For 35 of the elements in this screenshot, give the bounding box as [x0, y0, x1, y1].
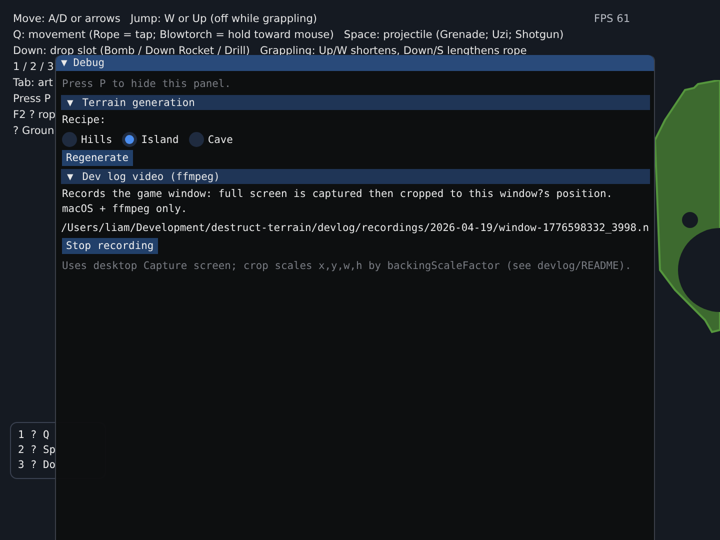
hotbar-slot: 3 ? Do — [18, 458, 56, 473]
section-header[interactable]: ▼ Terrain generation — [61, 95, 650, 110]
note-text: Uses desktop Capture screen; crop scales x,y,w,h by backingScaleFactor (see devlog/README). — [61, 259, 632, 274]
control-hint-text: Press P — [13, 92, 51, 107]
panel-title-bar[interactable]: ▼ Debug — [56, 55, 654, 71]
stop-recording-button[interactable]: Stop recording — [62, 238, 158, 254]
description-text: macOS + ffmpeg only. — [61, 202, 188, 217]
radio-button[interactable] — [188, 132, 204, 147]
control-hint-text: Q: movement (Rope = tap; Blowtorch = hold toward mouse) Space: projectile (Grenade; Uzi; Shotgun) — [13, 28, 564, 43]
radio-label: Island — [141, 134, 179, 146]
collapse-toggle[interactable]: ▼ — [67, 170, 74, 182]
control-hint-text: F2 ? rop — [13, 108, 56, 123]
file-path-text: /Users/liam/Development/destruct-terrain/devlog/recordings/2026-04-19/window-1776598332_3998.n — [61, 221, 650, 235]
radio-label: Hills — [81, 134, 112, 146]
field-label: Recipe: — [61, 113, 107, 128]
collapse-toggle[interactable]: ▼ — [67, 96, 74, 108]
control-hint-text: Tab: art — [13, 76, 53, 91]
fps-counter: FPS 61 — [594, 12, 630, 27]
panel-title: Debug — [73, 57, 105, 69]
hotbar-slot: 1 ? Q — [18, 428, 50, 443]
section-title: Dev log video (ffmpeg) — [82, 170, 220, 182]
hint-text: Press P to hide this panel. — [61, 77, 232, 92]
collapse-toggle[interactable]: ▼ — [61, 57, 68, 69]
section-header[interactable]: ▼ Dev log video (ffmpeg) — [61, 169, 650, 184]
control-hint-text: ? Groun — [13, 124, 54, 139]
radio-label: Cave — [208, 134, 233, 146]
hotbar-slot: 2 ? Sp — [18, 443, 56, 458]
section-title: Terrain generation — [82, 96, 195, 108]
radio-button[interactable] — [62, 132, 77, 147]
control-hint-text: 1 / 2 / 3 — [13, 60, 54, 75]
control-hint-text: Move: A/D or arrows Jump: W or Up (off while grappling) — [13, 12, 318, 27]
radio-button[interactable] — [122, 132, 138, 147]
description-text: Records the game window: full screen is captured then cropped to this window?s position. — [61, 187, 614, 202]
control-hint-text: Down: drop slot (Bomb / Down Rocket / Drill) Grappling: Up/W shortens, Down/S lengthens rope — [13, 44, 527, 58]
regenerate-button[interactable]: Regenerate — [62, 150, 133, 166]
